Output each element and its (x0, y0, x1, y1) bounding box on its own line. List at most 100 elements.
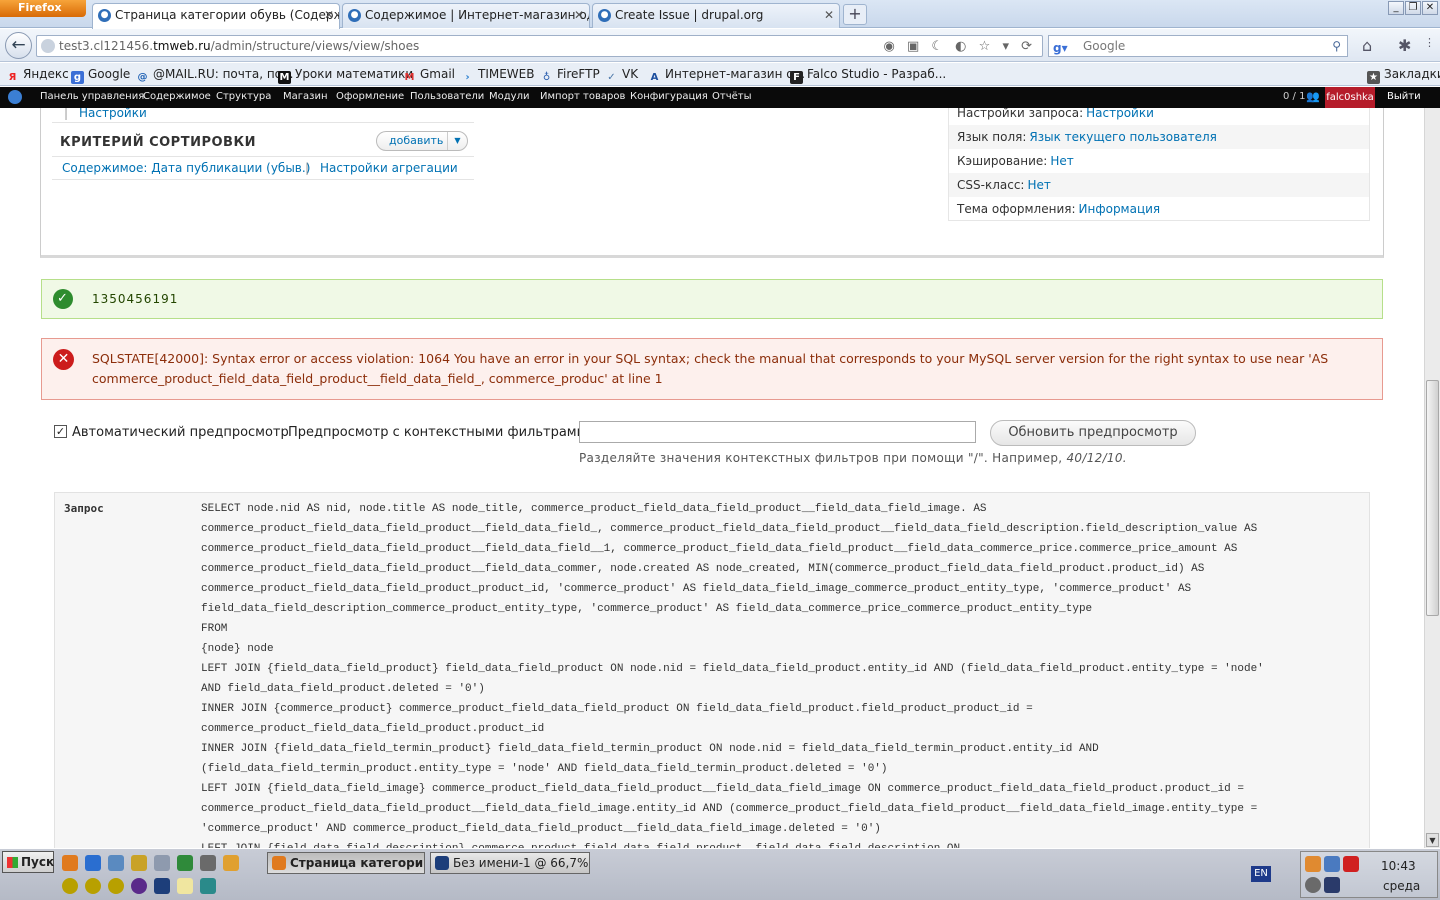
search-icon[interactable]: ⚲ (1332, 36, 1341, 56)
bookmark-falco[interactable]: F Falco Studio - Разраб... (790, 67, 946, 84)
tray-app-icon[interactable] (1305, 877, 1321, 893)
sort-item-link[interactable]: Содержимое: Дата публикации (убыв.) (62, 161, 310, 175)
query-line: LEFT JOIN {field_data_field_description}… (201, 839, 1341, 848)
bookmark-timeweb[interactable]: › TIMEWEB (461, 67, 534, 84)
browser-tab[interactable]: ● Create Issue | drupal.org ✕ (592, 3, 840, 28)
url-bar[interactable]: test3.cl121456.tmweb.ru/admin/structure/… (36, 35, 1043, 57)
app-quicklaunch-icon[interactable] (62, 878, 78, 894)
query-line: commerce_product_field_data_field_produc… (201, 543, 1238, 555)
app-quicklaunch-icon[interactable] (108, 878, 124, 894)
back-button[interactable]: ← (5, 32, 32, 59)
app-quicklaunch-icon[interactable] (223, 855, 239, 871)
explorer-quicklaunch-icon[interactable] (108, 855, 124, 871)
language-indicator[interactable]: EN (1251, 866, 1271, 882)
start-label: Пуск (21, 855, 55, 869)
bookmark-vk[interactable]: ✓ VK (605, 67, 638, 84)
setting-value-link[interactable]: Нет (1050, 154, 1073, 168)
logout-link[interactable]: Выйти (1387, 91, 1421, 102)
scroll-down-arrow-icon[interactable]: ▼ (1426, 833, 1439, 847)
auto-preview-label[interactable]: Автоматический предпросмотр (72, 425, 289, 440)
taskbar-item-photoshop[interactable]: Без имени-1 @ 66,7% (С... (430, 852, 590, 874)
ie-quicklaunch-icon[interactable] (85, 855, 101, 871)
status-message: ✓ 1350456191 (41, 279, 1383, 319)
toolbar-item-modules[interactable]: Модули (489, 91, 529, 102)
app-quicklaunch-icon[interactable] (200, 878, 216, 894)
toolbar-item-reports[interactable]: Отчёты (712, 91, 751, 102)
bookmark-mailru[interactable]: @ @MAIL.RU: почта, по... (136, 67, 294, 84)
toolbar-item-people[interactable]: Пользователи (410, 91, 484, 102)
close-tab-icon[interactable]: ✕ (574, 4, 584, 26)
url-bar-icons[interactable]: ◉ ▣ ☾ ◐ ☆ ▾ ⟳ (884, 37, 1037, 57)
tray-app-icon[interactable] (1343, 856, 1359, 872)
divider (52, 156, 474, 157)
browser-tab-active[interactable]: ● Страница категории обувь (Содержимо...… (92, 3, 340, 29)
current-user-link[interactable]: falc0shka (1325, 87, 1375, 108)
tray-app-icon[interactable] (1324, 856, 1340, 872)
toolbar-item-dashboard[interactable]: Панель управления (40, 91, 144, 102)
dropdown-arrow-icon[interactable]: ▼ (447, 132, 467, 150)
overflow-icon[interactable]: ⋮ (1424, 36, 1435, 49)
settings-link[interactable]: Настройки (79, 108, 147, 120)
setting-value-link[interactable]: Информация (1079, 202, 1161, 216)
firefox-quicklaunch-icon[interactable] (62, 855, 78, 871)
m-icon: M (278, 71, 291, 84)
app-quicklaunch-icon[interactable] (85, 878, 101, 894)
toolbar-item-appearance[interactable]: Оформление (336, 91, 404, 102)
close-tab-icon[interactable]: ✕ (324, 4, 334, 26)
bookmark-google[interactable]: g Google (71, 67, 130, 84)
minimize-window-button[interactable]: _ (1388, 1, 1404, 15)
toolbar-item-content[interactable]: Содержимое (143, 91, 211, 102)
query-line: AND field_data_field_product.deleted = '… (201, 683, 485, 695)
addon-icon[interactable]: ✱ (1398, 36, 1411, 55)
start-button[interactable]: Пуск (2, 851, 54, 873)
app-quicklaunch-icon[interactable] (177, 855, 193, 871)
page-scrollbar[interactable]: ▼ (1424, 108, 1440, 848)
setting-value-link[interactable]: Нет (1027, 178, 1050, 192)
bookmark-math[interactable]: M Уроки математики (278, 67, 413, 84)
bookmarks-menu[interactable]: ★ Закладки (1367, 67, 1440, 84)
browser-tab[interactable]: ● Содержимое | Интернет-магазин одеж... … (342, 3, 590, 28)
toolbar-item-store[interactable]: Магазин (283, 91, 328, 102)
taskbar-item-firefox[interactable]: Страница категори... (267, 852, 425, 874)
toolbar-item-structure[interactable]: Структура (216, 91, 271, 102)
drupal-home-icon[interactable] (8, 90, 22, 104)
bookmark-gmail[interactable]: M Gmail (403, 67, 456, 84)
pipe-separator: | (305, 161, 310, 175)
aggregation-settings-link[interactable]: Настройки агрегации (320, 161, 458, 175)
scrollbar-thumb[interactable] (1426, 380, 1439, 616)
clock-day: среда (1383, 879, 1421, 893)
contextual-filters-input[interactable] (579, 421, 976, 443)
close-tab-icon[interactable]: ✕ (824, 4, 834, 26)
admin-toolbar: Панель управления Содержимое Структура М… (0, 87, 1440, 108)
auto-preview-checkbox[interactable]: ✓ (54, 425, 67, 438)
shop-icon: A (650, 72, 659, 83)
new-tab-button[interactable]: + (843, 4, 867, 25)
windows-logo-icon (7, 857, 18, 868)
app-quicklaunch-icon[interactable] (131, 878, 147, 894)
setting-value-link[interactable]: Настройки (1086, 108, 1154, 120)
search-bar[interactable]: g▾ Google ⚲ (1048, 35, 1348, 57)
app-quicklaunch-icon[interactable] (200, 855, 216, 871)
toolbar-item-config[interactable]: Конфигурация (630, 91, 708, 102)
update-preview-button[interactable]: Обновить предпросмотр (990, 420, 1196, 446)
setting-row-theme: Тема оформления: Информация (948, 197, 1370, 221)
tray-app-icon[interactable] (1305, 856, 1321, 872)
firefox-menu-button[interactable]: Firefox (0, 0, 86, 17)
maximize-window-button[interactable]: ❐ (1405, 1, 1421, 15)
bookmark-yandex[interactable]: Я Яндекс (6, 67, 69, 84)
clock-time[interactable]: 10:43 (1381, 859, 1416, 873)
app-quicklaunch-icon[interactable] (131, 855, 147, 871)
toolbar-item-import[interactable]: Импорт товаров (540, 91, 625, 102)
hint-example: 40/12/10. (1066, 451, 1127, 465)
add-sort-button[interactable]: добавить ▼ (376, 131, 468, 151)
close-window-button[interactable]: ✕ (1422, 1, 1438, 15)
setting-value-link[interactable]: Язык текущего пользователя (1029, 130, 1216, 144)
app-quicklaunch-icon[interactable] (154, 855, 170, 871)
query-line: INNER JOIN {commerce_product} commerce_p… (201, 703, 1033, 715)
home-icon[interactable]: ⌂ (1362, 36, 1372, 55)
photoshop-quicklaunch-icon[interactable] (154, 878, 170, 894)
bookmark-shop[interactable]: A Интернет-магазин о... (648, 67, 805, 84)
notepad-quicklaunch-icon[interactable] (177, 878, 193, 894)
network-icon[interactable] (1324, 877, 1340, 893)
bookmark-fireftp[interactable]: ♁ FireFTP (540, 67, 600, 84)
